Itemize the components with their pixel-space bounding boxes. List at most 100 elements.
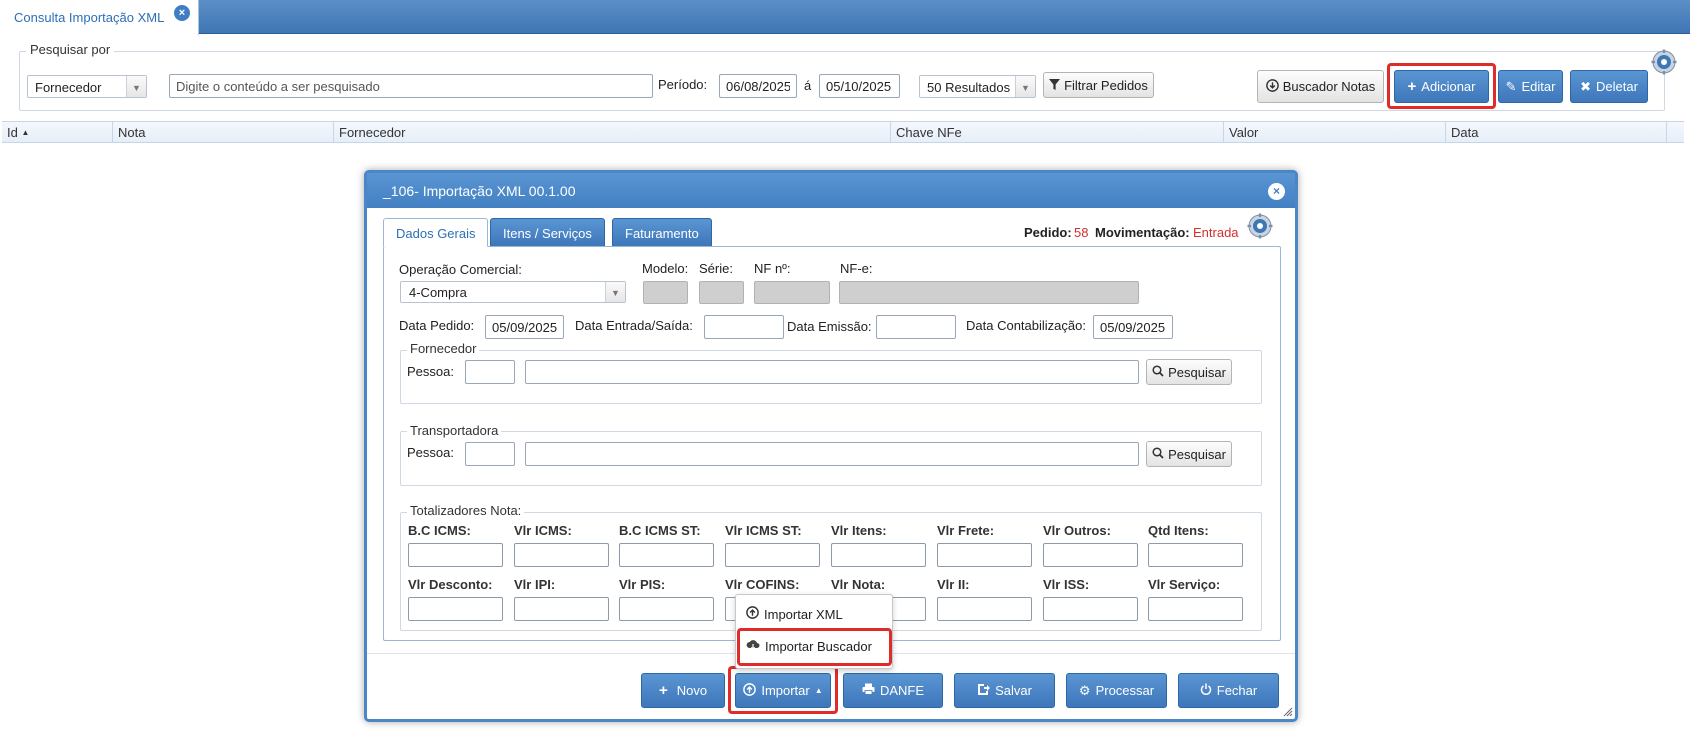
totalizadores-legend: Totalizadores Nota: xyxy=(407,503,525,518)
totals-label: Vlr ISS: xyxy=(1043,577,1090,592)
tab-itens-servicos[interactable]: Itens / Serviços xyxy=(490,218,605,247)
fornecedor-name-input[interactable] xyxy=(525,360,1139,384)
upload-circle-icon xyxy=(743,682,757,699)
cloud-download-icon xyxy=(746,639,760,654)
data-pedido-input[interactable] xyxy=(485,315,564,339)
importar-dropdown-menu: Importar XML Importar Buscador xyxy=(735,594,893,669)
grid-header: Id ▲ Nota Fornecedor Chave NFe Valor Dat… xyxy=(2,121,1684,143)
period-label: Período: xyxy=(658,77,708,92)
vlr-ii-input[interactable] xyxy=(937,597,1032,621)
column-header-nota[interactable]: Nota xyxy=(113,122,334,143)
vlr-iss-input[interactable] xyxy=(1043,597,1138,621)
column-header-id[interactable]: Id ▲ xyxy=(2,122,113,143)
totals-label: Vlr Desconto: xyxy=(408,577,493,592)
resize-grip-icon[interactable] xyxy=(1283,707,1293,717)
column-header-fornecedor[interactable]: Fornecedor xyxy=(334,122,891,143)
totals-label: Vlr Serviço: xyxy=(1148,577,1221,592)
totals-label: Vlr PIS: xyxy=(619,577,666,592)
importar-button[interactable]: Importar ▲ xyxy=(735,673,831,708)
search-field-select[interactable]: Fornecedor ▼ xyxy=(27,75,147,98)
pencil-icon: ✎ xyxy=(1505,78,1517,94)
vlr-icms-input[interactable] xyxy=(514,543,609,567)
fornecedor-pessoa-label: Pessoa: xyxy=(407,364,454,379)
modelo-label: Modelo: xyxy=(642,261,689,276)
vlr-ipi-input[interactable] xyxy=(514,597,609,621)
transportadora-code-input[interactable] xyxy=(465,442,515,466)
column-header-valor[interactable]: Valor xyxy=(1224,122,1446,143)
sort-asc-icon: ▲ xyxy=(21,128,30,137)
totals-label: B.C ICMS: xyxy=(408,523,471,538)
data-entrada-input[interactable] xyxy=(704,315,784,339)
data-entrada-label: Data Entrada/Saída: xyxy=(575,318,693,333)
nfe-field xyxy=(839,281,1139,304)
buscador-notas-button[interactable]: Buscador Notas xyxy=(1257,70,1384,103)
data-pedido-label: Data Pedido: xyxy=(399,318,475,333)
vlr-outros-input[interactable] xyxy=(1043,543,1138,567)
operacao-label: Operação Comercial: xyxy=(399,262,522,277)
totals-label: Vlr Nota: xyxy=(831,577,886,592)
results-select[interactable]: 50 Resultados ▼ xyxy=(919,75,1036,98)
operacao-select[interactable]: 4-Compra ▼ xyxy=(400,281,626,303)
modal-title: _106- Importação XML 00.1.00 xyxy=(383,183,576,199)
adicionar-button[interactable]: + Adicionar xyxy=(1394,70,1489,103)
gear-icon[interactable] xyxy=(1651,49,1677,75)
transportadora-pessoa-label: Pessoa: xyxy=(407,445,454,460)
serie-field xyxy=(699,281,744,304)
fechar-button[interactable]: Fechar xyxy=(1178,673,1279,708)
vlr-frete-input[interactable] xyxy=(937,543,1032,567)
totals-label: Vlr ICMS: xyxy=(514,523,572,538)
transportadora-name-input[interactable] xyxy=(525,442,1139,466)
nf-field xyxy=(754,281,830,304)
data-emissao-input[interactable] xyxy=(876,315,956,339)
fornecedor-legend: Fornecedor xyxy=(407,341,480,356)
tab-strip xyxy=(0,0,1690,34)
plus-icon: + xyxy=(1407,78,1417,95)
salvar-button[interactable]: Salvar xyxy=(954,673,1055,708)
tab-consulta-importacao[interactable]: Consulta Importação XML xyxy=(0,0,199,35)
vlr-itens-input[interactable] xyxy=(831,543,926,567)
data-contabilizacao-input[interactable] xyxy=(1093,315,1173,339)
column-header-chave-nfe[interactable]: Chave NFe xyxy=(891,122,1224,143)
processar-button[interactable]: ⚙ Processar xyxy=(1066,673,1167,708)
bc-icms-input[interactable] xyxy=(408,543,503,567)
transportadora-legend: Transportadora xyxy=(407,423,502,438)
vlr-desconto-input[interactable] xyxy=(408,597,503,621)
modal-close-icon[interactable]: × xyxy=(1268,183,1285,200)
caret-up-icon: ▲ xyxy=(814,686,823,695)
filter-orders-button[interactable]: Filtrar Pedidos xyxy=(1043,72,1154,98)
deletar-button[interactable]: ✖ Deletar xyxy=(1570,70,1648,103)
fornecedor-code-input[interactable] xyxy=(465,360,515,384)
tab-title: Consulta Importação XML xyxy=(14,10,165,25)
totals-label: Vlr II: xyxy=(937,577,970,592)
editar-button[interactable]: ✎ Editar xyxy=(1498,70,1563,103)
qtd-itens-input[interactable] xyxy=(1148,543,1243,567)
tab-dados-gerais[interactable]: Dados Gerais xyxy=(383,218,489,247)
danfe-button[interactable]: DANFE xyxy=(843,673,943,708)
nfe-label: NF-e: xyxy=(840,261,873,276)
date-from-input[interactable] xyxy=(719,74,797,98)
totals-label: Vlr COFINS: xyxy=(725,577,800,592)
power-icon xyxy=(1200,683,1212,698)
date-to-input[interactable] xyxy=(819,74,900,98)
vlr-icms-st-input[interactable] xyxy=(725,543,820,567)
tab-faturamento[interactable]: Faturamento xyxy=(612,218,712,247)
data-contabilizacao-label: Data Contabilização: xyxy=(966,318,1086,333)
transportadora-search-button[interactable]: Pesquisar xyxy=(1146,441,1232,467)
search-input[interactable] xyxy=(169,74,653,98)
close-icon: ✖ xyxy=(1580,78,1591,94)
search-legend: Pesquisar por xyxy=(26,42,115,57)
modal-title-bar[interactable]: _106- Importação XML 00.1.00 xyxy=(367,173,1295,208)
novo-button[interactable]: + Novo xyxy=(641,673,725,708)
column-header-data[interactable]: Data xyxy=(1446,122,1667,143)
gear-icon[interactable] xyxy=(1247,213,1273,239)
vlr-servico-input[interactable] xyxy=(1148,597,1243,621)
menu-item-importar-xml[interactable]: Importar XML xyxy=(746,606,843,622)
menu-item-importar-buscador[interactable]: Importar Buscador xyxy=(746,639,872,654)
save-share-icon xyxy=(977,683,991,698)
bc-icms-st-input[interactable] xyxy=(619,543,714,567)
movimentacao-value: Entrada xyxy=(1193,225,1239,240)
data-emissao-label: Data Emissão: xyxy=(787,319,872,334)
tab-close-icon[interactable]: × xyxy=(174,5,190,21)
vlr-pis-input[interactable] xyxy=(619,597,714,621)
fornecedor-search-button[interactable]: Pesquisar xyxy=(1146,359,1232,385)
